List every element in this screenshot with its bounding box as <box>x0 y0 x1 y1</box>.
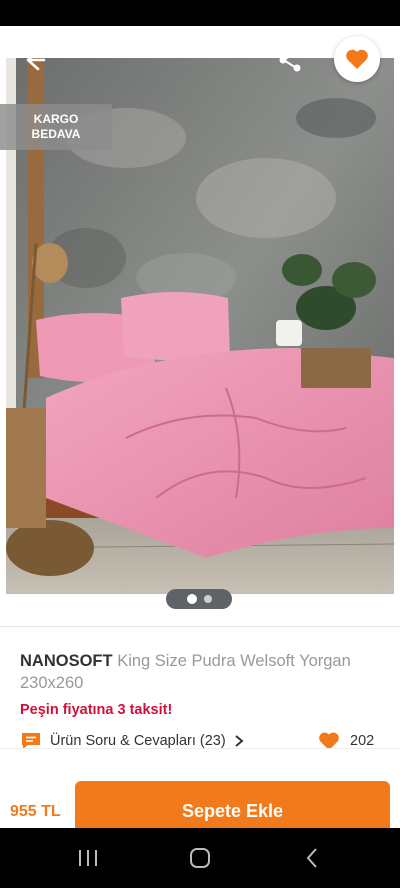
top-bar <box>0 26 400 90</box>
image-pager[interactable] <box>166 589 232 609</box>
home-button[interactable] <box>180 842 220 874</box>
home-icon <box>190 848 210 868</box>
system-back-button[interactable] <box>292 842 332 874</box>
product-title: NANOSOFT King Size Pudra Welsoft Yorgan … <box>20 650 380 694</box>
recent-apps-icon <box>79 850 97 866</box>
free-shipping-badge: KARGO BEDAVA <box>0 104 112 150</box>
qa-label: Ürün Soru & Cevapları (23) <box>50 733 226 749</box>
price: 955 TL <box>10 803 61 820</box>
badge-line-1: KARGO <box>33 112 79 126</box>
phone-screen: KARGO BEDAVA NANOSOFT King Size Pudra We… <box>0 0 400 888</box>
chevron-right-icon <box>235 735 244 747</box>
chevron-left-icon <box>306 848 317 868</box>
product-gallery[interactable]: KARGO BEDAVA <box>0 26 400 616</box>
buy-bar: 955 TL Sepete Ekle <box>0 748 400 828</box>
pager-dot-active[interactable] <box>186 594 197 604</box>
system-nav-bar <box>0 828 400 888</box>
installment-text: Peşin fiyatına 3 taksit! <box>20 702 173 718</box>
back-button[interactable] <box>18 44 50 76</box>
favorite-button[interactable] <box>334 36 380 82</box>
add-to-cart-button[interactable]: Sepete Ekle <box>75 781 390 828</box>
arrow-left-icon <box>26 49 46 71</box>
favorite-count-value: 202 <box>350 733 375 749</box>
status-bar <box>0 0 400 26</box>
product-page: KARGO BEDAVA NANOSOFT King Size Pudra We… <box>0 26 400 828</box>
share-button[interactable] <box>274 44 306 76</box>
heart-icon <box>346 49 368 69</box>
brand-name[interactable]: NANOSOFT <box>20 652 113 670</box>
badge-line-2: BEDAVA <box>31 127 81 141</box>
recent-apps-button[interactable] <box>68 842 108 874</box>
pager-dot[interactable] <box>203 595 212 603</box>
divider <box>0 626 400 627</box>
share-icon <box>279 48 301 72</box>
